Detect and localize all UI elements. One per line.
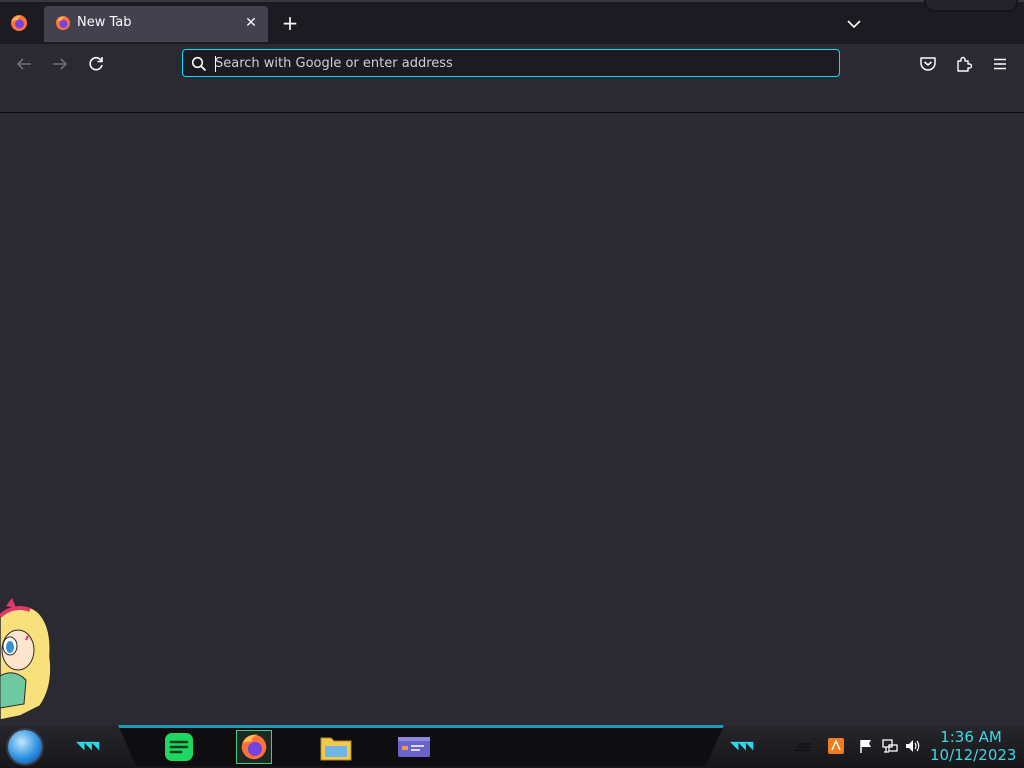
bars-icon[interactable]	[795, 738, 811, 754]
reload-icon[interactable]	[84, 52, 108, 76]
spotify-icon[interactable]	[161, 730, 197, 764]
chevron-decoration-icon: ◥◥◥	[730, 739, 753, 752]
network-icon[interactable]	[882, 738, 898, 754]
new-tab-button[interactable]: +	[278, 12, 302, 36]
hamburger-menu-icon[interactable]	[988, 52, 1012, 76]
navigation-toolbar	[0, 44, 1024, 84]
extensions-icon[interactable]	[952, 52, 976, 76]
forward-arrow-icon[interactable]	[48, 52, 72, 76]
url-input[interactable]	[215, 52, 815, 74]
cartoon-character-icon	[0, 596, 56, 726]
window-icon[interactable]	[396, 730, 432, 764]
volume-icon[interactable]	[905, 738, 921, 754]
file-explorer-icon[interactable]	[318, 730, 354, 764]
back-arrow-icon[interactable]	[12, 52, 36, 76]
pocket-icon[interactable]	[916, 52, 940, 76]
java-update-icon[interactable]	[828, 738, 844, 754]
firefox-icon[interactable]	[10, 14, 28, 32]
firefox-taskbar-icon[interactable]	[236, 730, 272, 764]
tab-strip: New Tab ✕ +	[0, 0, 1024, 46]
new-tab-page	[0, 113, 1024, 725]
clock-date[interactable]: 10/12/2023	[930, 746, 1016, 764]
start-button[interactable]	[8, 730, 42, 764]
search-icon	[191, 56, 207, 72]
chevron-down-icon[interactable]	[842, 12, 866, 36]
tab-new-tab[interactable]: New Tab ✕	[44, 6, 268, 42]
chevron-decoration-icon: ◥◥◥	[76, 739, 99, 752]
flag-icon[interactable]	[858, 738, 874, 754]
tab-title: New Tab	[77, 15, 132, 30]
firefox-icon	[55, 15, 71, 31]
clock-time[interactable]: 1:36 AM	[936, 728, 1006, 746]
url-bar[interactable]	[182, 49, 840, 77]
taskbar: ◥◥◥ ◥◥◥	[0, 725, 1024, 768]
text-caret	[215, 56, 216, 72]
close-tab-icon[interactable]: ✕	[242, 14, 260, 32]
